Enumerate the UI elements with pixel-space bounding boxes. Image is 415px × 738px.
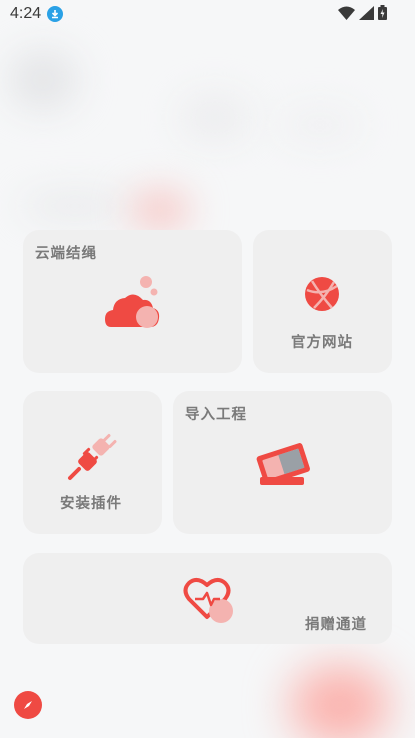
donate-card[interactable]: 捐赠通道 (23, 553, 392, 644)
heart-icon (183, 578, 233, 623)
background-blur (180, 95, 250, 140)
status-bar: 4:24 (0, 0, 415, 28)
wifi-icon (338, 6, 355, 20)
signal-icon (359, 5, 374, 20)
globe-icon (305, 277, 339, 311)
import-project-title: 导入工程 (185, 407, 247, 423)
background-blur (280, 110, 360, 140)
plug-icon (68, 434, 117, 480)
download-icon (47, 6, 64, 22)
import-project-card[interactable]: 导入工程 (173, 391, 392, 534)
background-blur (130, 190, 190, 230)
install-plugin-title: 安装插件 (60, 496, 122, 512)
background-blur (290, 665, 390, 738)
donate-title: 捐赠通道 (305, 617, 367, 633)
cloud-rope-card[interactable]: 云端结绳 (23, 230, 242, 373)
official-site-title: 官方网站 (291, 335, 353, 351)
battery-icon (378, 5, 387, 20)
ticket-icon (256, 443, 310, 485)
background-blur (20, 195, 130, 217)
compass-icon (24, 701, 32, 709)
cloud-icon (105, 276, 160, 328)
status-icons (338, 5, 387, 20)
background-blur (8, 50, 78, 110)
install-plugin-card[interactable]: 安装插件 (23, 391, 162, 534)
cloud-rope-title: 云端结绳 (35, 246, 97, 262)
status-time: 4:24 (10, 5, 42, 22)
official-site-card[interactable]: 官方网站 (253, 230, 392, 373)
compass-button[interactable] (14, 691, 42, 719)
